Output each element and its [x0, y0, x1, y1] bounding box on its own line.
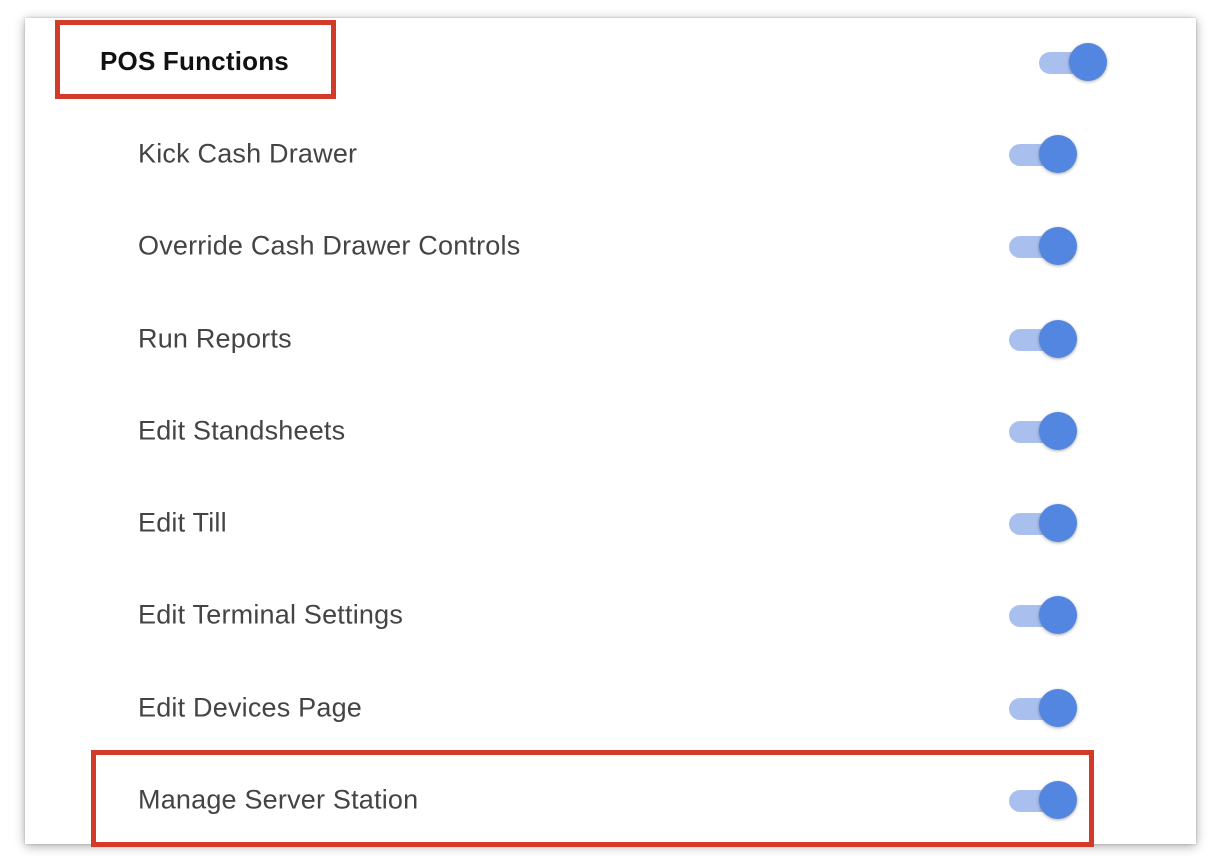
permission-label: Kick Cash Drawer [138, 138, 358, 169]
toggle-knob [1039, 504, 1077, 542]
permission-label: Edit Standsheets [138, 415, 346, 446]
edit-terminal-settings-toggle[interactable] [1009, 595, 1077, 635]
kick-cash-drawer-toggle[interactable] [1009, 134, 1077, 174]
edit-standsheets-toggle[interactable] [1009, 411, 1077, 451]
pos-functions-toggle[interactable] [1039, 42, 1107, 82]
toggle-knob [1039, 412, 1077, 450]
toggle-knob [1039, 135, 1077, 173]
permissions-card: POS Functions Kick Cash Drawer Override … [25, 18, 1196, 847]
permission-label: Run Reports [138, 323, 292, 354]
edit-devices-page-toggle[interactable] [1009, 688, 1077, 728]
permission-row-edit-till: Edit Till [25, 477, 1196, 569]
permission-label: Edit Devices Page [138, 692, 363, 723]
permission-row-kick-cash-drawer: Kick Cash Drawer [25, 108, 1196, 200]
override-cash-drawer-controls-toggle[interactable] [1009, 226, 1077, 266]
title-highlight-box [55, 20, 336, 99]
permission-row-edit-standsheets: Edit Standsheets [25, 385, 1196, 477]
permission-label: Edit Till [138, 507, 227, 538]
permission-row-edit-terminal-settings: Edit Terminal Settings [25, 569, 1196, 661]
permission-row-edit-devices-page: Edit Devices Page [25, 662, 1196, 754]
permission-label: Edit Terminal Settings [138, 599, 404, 630]
permission-row-run-reports: Run Reports [25, 293, 1196, 385]
toggle-knob [1039, 689, 1077, 727]
toggle-knob [1039, 227, 1077, 265]
permission-label: Override Cash Drawer Controls [138, 230, 521, 261]
edit-till-toggle[interactable] [1009, 503, 1077, 543]
toggle-knob [1069, 43, 1107, 81]
toggle-knob [1039, 320, 1077, 358]
toggle-knob [1039, 596, 1077, 634]
manage-server-station-highlight-box [91, 750, 1094, 847]
permission-row-override-cash-drawer-controls: Override Cash Drawer Controls [25, 200, 1196, 292]
run-reports-toggle[interactable] [1009, 319, 1077, 359]
